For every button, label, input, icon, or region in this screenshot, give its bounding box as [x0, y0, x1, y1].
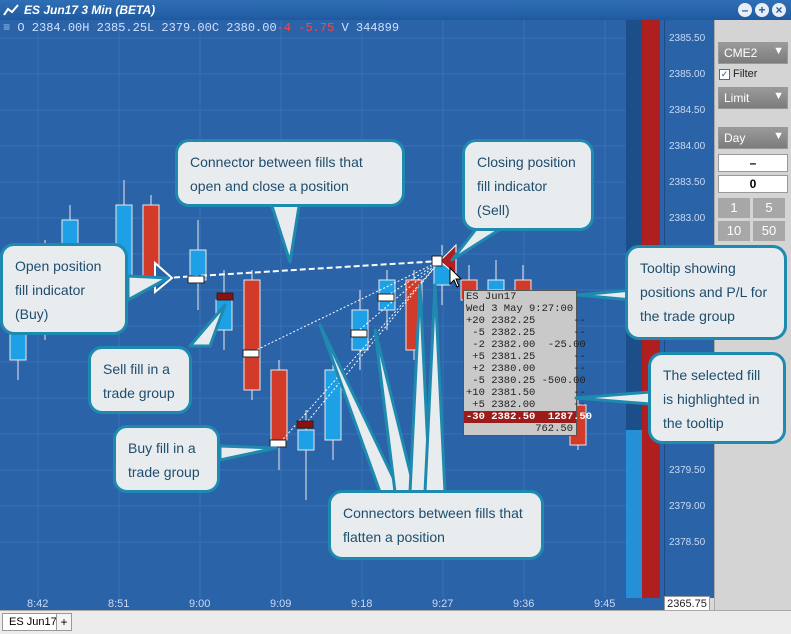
- callout-sell-fill: Sell fill in a trade group: [88, 346, 192, 414]
- callout-selected-fill: The selected fill is highlighted in the …: [648, 352, 786, 444]
- callout-flatten-connectors: Connectors between fills that flatten a …: [328, 490, 544, 560]
- callout-closing-indicator: Closing position fill indicator (Sell): [462, 139, 594, 231]
- callout-open-indicator: Open position fill indicator (Buy): [0, 243, 128, 335]
- callout-buy-fill: Buy fill in a trade group: [113, 425, 220, 493]
- callout-tooltip: Tooltip showing positions and P/L for th…: [625, 245, 787, 340]
- callout-connector: Connector between fills that open and cl…: [175, 139, 405, 207]
